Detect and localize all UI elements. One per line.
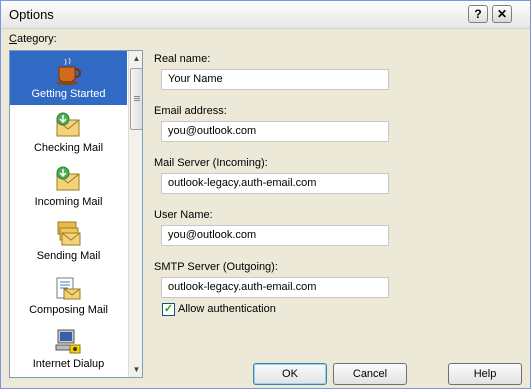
envelope-icon xyxy=(56,166,80,191)
ok-button[interactable]: OK xyxy=(253,363,327,385)
close-button[interactable]: ✕ xyxy=(492,5,512,23)
coffee-cup-icon xyxy=(56,57,82,85)
category-item-internet-dialup[interactable]: Internet Dialup xyxy=(10,321,127,375)
category-label-sending-mail: Sending Mail xyxy=(36,250,101,262)
mail-server-label: Mail Server (Incoming): xyxy=(154,157,268,169)
category-item-sending-mail[interactable]: Sending Mail xyxy=(10,213,127,267)
user-name-input[interactable]: you@outlook.com xyxy=(161,225,389,246)
email-address-label: Email address: xyxy=(154,105,227,117)
compose-icon xyxy=(56,277,81,300)
envelope-icon xyxy=(56,112,80,137)
scroll-down-arrow-icon[interactable]: ▼ xyxy=(129,362,142,377)
envelope-stack-icon xyxy=(57,221,81,246)
category-list[interactable]: Getting Started Checking Mail Incoming M… xyxy=(9,50,143,378)
dialup-computer-icon xyxy=(55,329,81,354)
category-label-mnemonic: C xyxy=(9,33,17,45)
options-dialog: Options ? ✕ Category: Getting Started Ch… xyxy=(0,0,531,389)
scroll-up-arrow-icon[interactable]: ▲ xyxy=(129,51,142,66)
category-label-internet-dialup: Internet Dialup xyxy=(32,358,105,370)
category-item-checking-mail[interactable]: Checking Mail xyxy=(10,105,127,159)
smtp-server-input[interactable]: outlook-legacy.auth-email.com xyxy=(161,277,389,298)
category-item-getting-started[interactable]: Getting Started xyxy=(10,51,127,105)
cancel-button[interactable]: Cancel xyxy=(333,363,407,385)
category-label-text: ategory: xyxy=(16,33,57,45)
category-label-composing-mail: Composing Mail xyxy=(29,304,108,316)
real-name-input[interactable]: Your Name xyxy=(161,69,389,90)
category-label-checking-mail: Checking Mail xyxy=(33,142,104,154)
category-label-incoming-mail: Incoming Mail xyxy=(34,196,103,208)
category-item-composing-mail[interactable]: Composing Mail xyxy=(10,267,127,321)
category-item-incoming-mail[interactable]: Incoming Mail xyxy=(10,159,127,213)
window-title: Options xyxy=(9,7,54,22)
allow-authentication-checkbox[interactable]: ✓ xyxy=(162,303,175,316)
real-name-label: Real name: xyxy=(154,53,211,65)
scroll-thumb[interactable] xyxy=(130,68,142,130)
grip-line xyxy=(134,98,140,99)
title-help-button[interactable]: ? xyxy=(468,5,488,23)
mail-server-input[interactable]: outlook-legacy.auth-email.com xyxy=(161,173,389,194)
grip-line xyxy=(134,100,140,101)
help-button[interactable]: Help xyxy=(448,363,522,385)
title-bar[interactable]: Options ? ✕ xyxy=(1,1,530,29)
category-label-getting-started: Getting Started xyxy=(31,88,106,100)
email-address-input[interactable]: you@outlook.com xyxy=(161,121,389,142)
category-scrollbar[interactable]: ▲ ▼ xyxy=(128,51,142,377)
smtp-server-label: SMTP Server (Outgoing): xyxy=(154,261,278,273)
grip-line xyxy=(134,96,140,97)
category-label: Category: xyxy=(9,33,57,45)
allow-authentication-label: Allow authentication xyxy=(178,303,276,315)
user-name-label: User Name: xyxy=(154,209,213,221)
